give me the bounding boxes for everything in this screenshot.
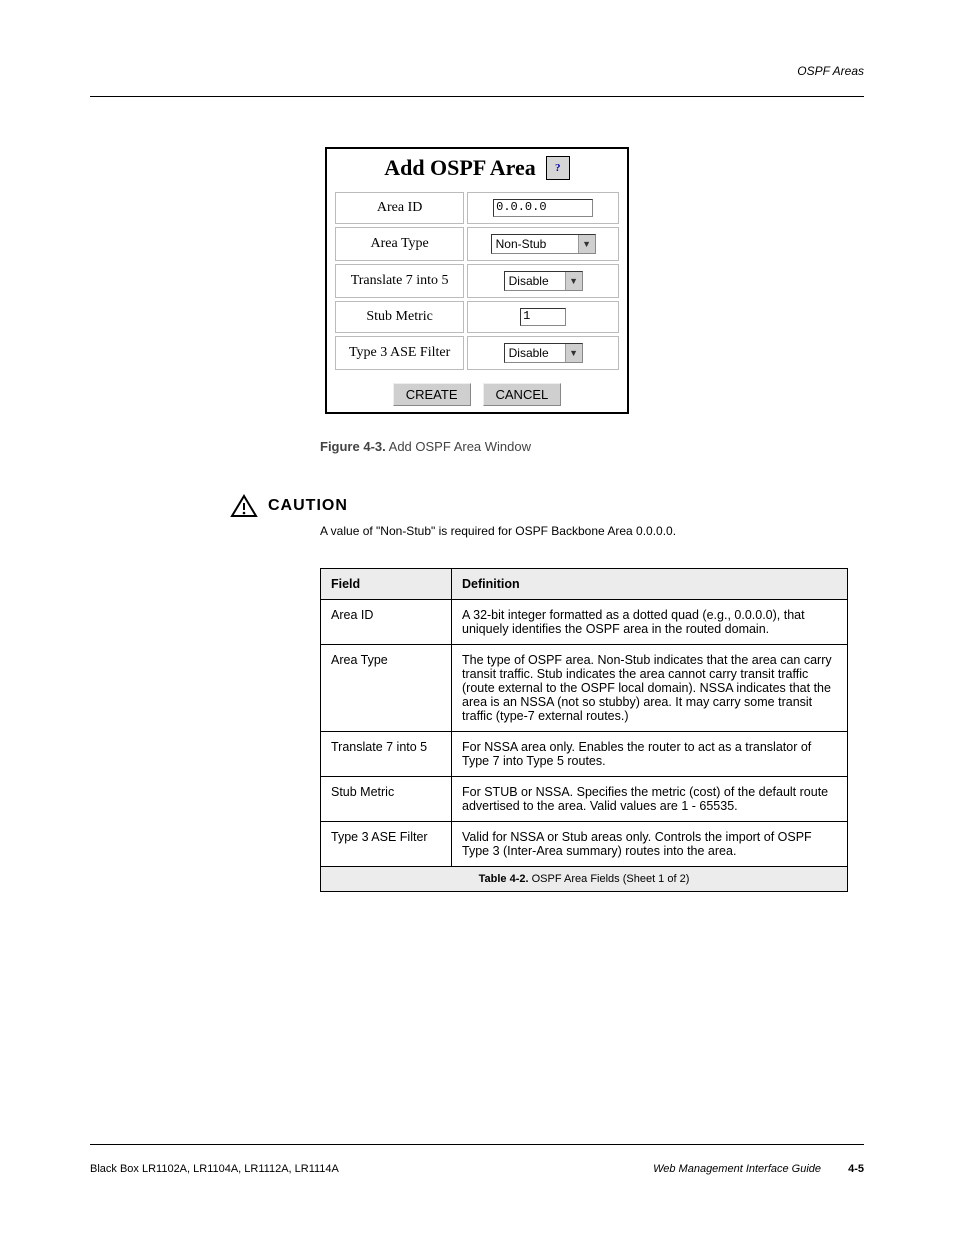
top-horizontal-rule xyxy=(90,96,864,97)
cell-stub-metric: 1 xyxy=(467,301,619,333)
cell-area-type: Non-Stub ▼ xyxy=(467,227,619,261)
area-type-select[interactable]: Non-Stub ▼ xyxy=(491,234,596,254)
bottom-horizontal-rule xyxy=(90,1144,864,1145)
button-row: CREATE CANCEL xyxy=(327,379,627,412)
warning-triangle-icon xyxy=(230,494,258,518)
chevron-down-icon: ▼ xyxy=(565,272,582,290)
table-header-row: Field Definition xyxy=(321,569,848,600)
help-icon[interactable]: ? xyxy=(546,156,570,180)
table-row: Translate 7 into 5 For NSSA area only. E… xyxy=(321,732,848,777)
table-row: Area Type The type of OSPF area. Non-Stu… xyxy=(321,645,848,732)
footer-right: Web Management Interface Guide 4-5 xyxy=(653,1163,864,1175)
row-field: Area Type xyxy=(321,645,452,732)
cancel-button[interactable]: CANCEL xyxy=(483,383,562,406)
table-row: Stub Metric For STUB or NSSA. Specifies … xyxy=(321,777,848,822)
create-button[interactable]: CREATE xyxy=(393,383,471,406)
row-field: Area ID xyxy=(321,600,452,645)
table-caption-cell: Table 4-2. OSPF Area Fields (Sheet 1 of … xyxy=(321,867,848,892)
area-id-input[interactable]: 0.0.0.0 xyxy=(493,199,593,217)
label-type3-filter: Type 3 ASE Filter xyxy=(335,336,464,370)
translate-select[interactable]: Disable ▼ xyxy=(504,271,583,291)
figure-caption: Figure 4-3. Add OSPF Area Window xyxy=(320,439,864,454)
add-ospf-area-screenshot: Add OSPF Area ? Area ID 0.0.0.0 Area Typ… xyxy=(325,147,629,414)
row-definition: For NSSA area only. Enables the router t… xyxy=(452,732,848,777)
row-definition: A 32-bit integer formatted as a dotted q… xyxy=(452,600,848,645)
screenshot-title-row: Add OSPF Area ? xyxy=(327,149,627,189)
figure-label: Figure 4-3. xyxy=(320,439,386,454)
stub-metric-input[interactable]: 1 xyxy=(520,308,566,326)
row-definition: For STUB or NSSA. Specifies the metric (… xyxy=(452,777,848,822)
running-header: OSPF Areas xyxy=(797,64,864,78)
table-row: Type 3 ASE Filter Valid for NSSA or Stub… xyxy=(321,822,848,867)
chevron-down-icon: ▼ xyxy=(578,235,595,253)
row-definition: The type of OSPF area. Non-Stub indicate… xyxy=(452,645,848,732)
footer-left: Black Box LR1102A, LR1104A, LR1112A, LR1… xyxy=(90,1163,339,1175)
table-row: Area ID A 32-bit integer formatted as a … xyxy=(321,600,848,645)
label-translate: Translate 7 into 5 xyxy=(335,264,464,298)
footer-page-number: 4-5 xyxy=(848,1163,864,1175)
screenshot-title: Add OSPF Area xyxy=(384,155,536,181)
translate-value: Disable xyxy=(509,274,565,288)
cell-area-id: 0.0.0.0 xyxy=(467,192,619,224)
header-field: Field xyxy=(321,569,452,600)
ospf-form-table: Area ID 0.0.0.0 Area Type Non-Stub ▼ Tra… xyxy=(332,189,622,373)
header-definition: Definition xyxy=(452,569,848,600)
caution-word: CAUTION xyxy=(268,497,348,515)
label-stub-metric: Stub Metric xyxy=(335,301,464,333)
table-caption-text: OSPF Area Fields (Sheet 1 of 2) xyxy=(532,873,690,885)
caution-block: CAUTION xyxy=(230,494,864,524)
row-definition: Valid for NSSA or Stub areas only. Contr… xyxy=(452,822,848,867)
type3-filter-value: Disable xyxy=(509,346,565,360)
type3-filter-select[interactable]: Disable ▼ xyxy=(504,343,583,363)
row-field: Type 3 ASE Filter xyxy=(321,822,452,867)
label-area-id: Area ID xyxy=(335,192,464,224)
caution-text: A value of "Non-Stub" is required for OS… xyxy=(320,524,864,538)
caution-heading: CAUTION xyxy=(230,494,348,518)
footer-doc-title: Web Management Interface Guide xyxy=(653,1163,821,1175)
ospf-area-fields-table: Field Definition Area ID A 32-bit intege… xyxy=(320,568,848,892)
cell-translate: Disable ▼ xyxy=(467,264,619,298)
area-type-value: Non-Stub xyxy=(496,237,578,251)
table-caption-row: Table 4-2. OSPF Area Fields (Sheet 1 of … xyxy=(321,867,848,892)
row-field: Stub Metric xyxy=(321,777,452,822)
cell-type3-filter: Disable ▼ xyxy=(467,336,619,370)
figure-caption-text: Add OSPF Area Window xyxy=(389,439,531,454)
row-field: Translate 7 into 5 xyxy=(321,732,452,777)
label-area-type: Area Type xyxy=(335,227,464,261)
chevron-down-icon: ▼ xyxy=(565,344,582,362)
document-page: OSPF Areas Add OSPF Area ? Area ID 0.0.0… xyxy=(0,0,954,1235)
table-caption-label: Table 4-2. xyxy=(479,873,529,885)
